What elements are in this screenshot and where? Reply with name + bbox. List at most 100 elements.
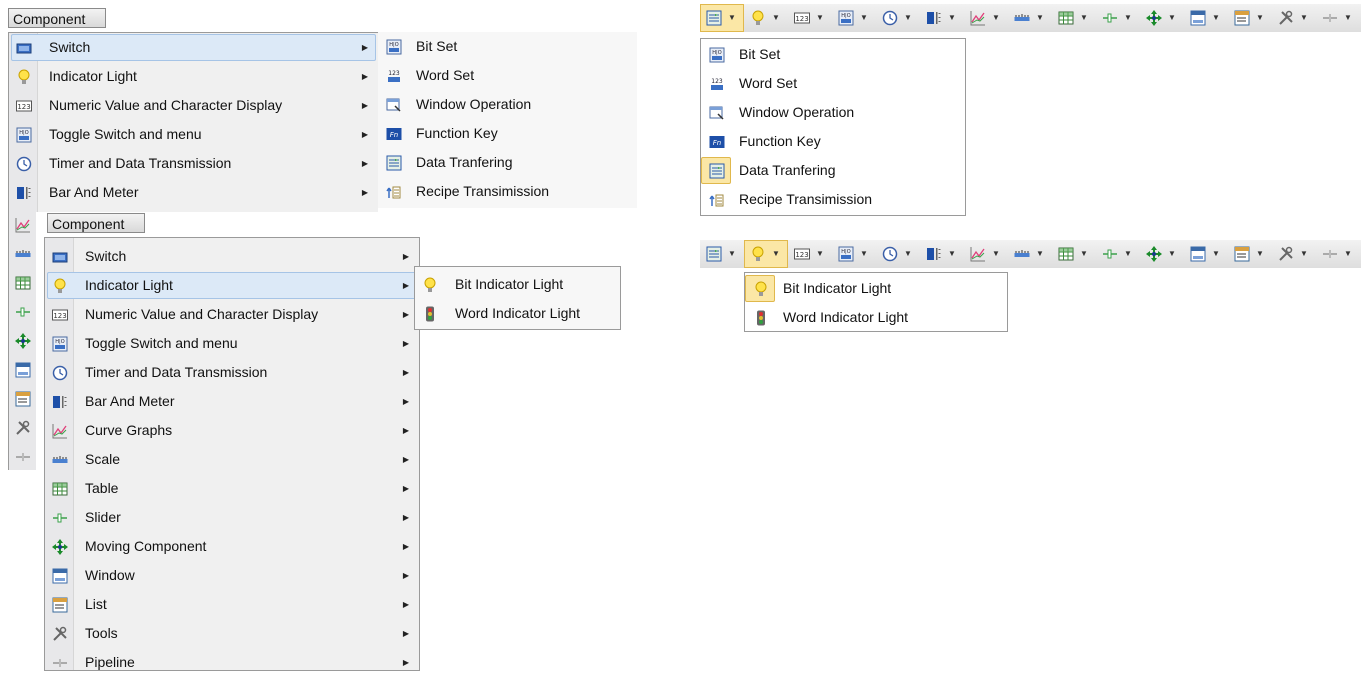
toolbar-button-clock[interactable]: ▼	[876, 4, 920, 32]
submenu-item-word-indicator-light[interactable]: Word Indicator Light	[415, 299, 620, 328]
dropdown-item-bit-indicator-light[interactable]: Bit Indicator Light	[745, 274, 1007, 303]
menu-item-indicator-light[interactable]: Indicator Light ▶	[9, 62, 378, 91]
toolbar-button-toggle[interactable]: H|O ▼	[832, 4, 876, 32]
toolbar-button-window[interactable]: ▼	[1184, 4, 1228, 32]
dropdown-arrow-icon[interactable]: ▼	[1036, 249, 1044, 258]
dropdown-item-word-set[interactable]: 123 Word Set	[701, 69, 965, 98]
toolbar-button-pipeline[interactable]: ▼	[1316, 240, 1360, 268]
menu-item-switch[interactable]: Switch ▶	[9, 33, 378, 62]
dropdown-arrow-icon[interactable]: ▼	[904, 13, 912, 22]
component-menu-title-2[interactable]: Component	[47, 213, 145, 233]
menu-item-indicator-light[interactable]: Indicator Light ▶	[45, 271, 419, 300]
toolbar-button-list[interactable]: ▼	[1228, 4, 1272, 32]
dropdown-arrow-icon[interactable]: ▼	[1212, 13, 1220, 22]
dropdown-arrow-icon[interactable]: ▼	[1256, 13, 1264, 22]
dropdown-item-function-key[interactable]: Fn Function Key	[701, 127, 965, 156]
dropdown-arrow-icon[interactable]: ▼	[816, 13, 824, 22]
submenu-item-function-key[interactable]: Fn Function Key	[378, 119, 637, 148]
toolbar-button-bulb[interactable]: ▼	[744, 4, 788, 32]
submenu-item-window-operation[interactable]: Window Operation	[378, 90, 637, 119]
menu-item-table[interactable]: Table ▶	[45, 474, 419, 503]
menu-item-numeric-value-and-character-display[interactable]: 123 Numeric Value and Character Display ▶	[45, 300, 419, 329]
menu-item-toggle-switch-and-menu[interactable]: H|O Toggle Switch and menu ▶	[9, 120, 378, 149]
toolbar-button-table[interactable]: ▼	[1052, 240, 1096, 268]
dropdown-arrow-icon[interactable]: ▼	[728, 249, 736, 258]
dropdown-arrow-icon[interactable]: ▼	[816, 249, 824, 258]
menu-item-window[interactable]: Window ▶	[45, 561, 419, 590]
toolbar-button-list[interactable]: ▼	[1228, 240, 1272, 268]
menu-item-moving-component[interactable]: Moving Component ▶	[45, 532, 419, 561]
menu-item-slider[interactable]: Slider ▶	[45, 503, 419, 532]
toolbar-button-data-transfer[interactable]: ▼	[700, 4, 744, 32]
dropdown-arrow-icon[interactable]: ▼	[948, 13, 956, 22]
menu-item-numeric-value-and-character-display[interactable]: 123 Numeric Value and Character Display ▶	[9, 91, 378, 120]
submenu-item-word-set[interactable]: 123 Word Set	[378, 61, 637, 90]
menu-item-list[interactable]: List ▶	[45, 590, 419, 619]
toolbar-button-bar-meter[interactable]: ▼	[920, 240, 964, 268]
dropdown-arrow-icon[interactable]: ▼	[1344, 13, 1352, 22]
toolbar-button-table[interactable]: ▼	[1052, 4, 1096, 32]
toolbar-button-moving[interactable]: ▼	[1140, 4, 1184, 32]
toolbar-button-slider[interactable]: ▼	[1096, 4, 1140, 32]
dropdown-arrow-icon[interactable]: ▼	[1256, 249, 1264, 258]
toolbar-button-moving[interactable]: ▼	[1140, 240, 1184, 268]
dropdown-arrow-icon[interactable]: ▼	[1300, 249, 1308, 258]
dropdown-arrow-icon[interactable]: ▼	[1080, 249, 1088, 258]
dropdown-arrow-icon[interactable]: ▼	[1036, 13, 1044, 22]
toolbar-button-slider[interactable]: ▼	[1096, 240, 1140, 268]
dropdown-arrow-icon[interactable]: ▼	[728, 13, 736, 22]
toolbar-button-data-transfer[interactable]: ▼	[700, 240, 744, 268]
dropdown-item-word-indicator-light[interactable]: Word Indicator Light	[745, 303, 1007, 332]
submenu-item-bit-set[interactable]: H|O Bit Set	[378, 32, 637, 61]
toolbar-button-scale[interactable]: ▼	[1008, 240, 1052, 268]
dropdown-arrow-icon[interactable]: ▼	[904, 249, 912, 258]
toolbar-button-curve[interactable]: ▼	[964, 240, 1008, 268]
dropdown-arrow-icon[interactable]: ▼	[948, 249, 956, 258]
menu-item-curve-graphs[interactable]: Curve Graphs ▶	[45, 416, 419, 445]
toolbar-button-numeric[interactable]: 123 ▼	[788, 4, 832, 32]
dropdown-arrow-icon[interactable]: ▼	[1124, 249, 1132, 258]
dropdown-arrow-icon[interactable]: ▼	[772, 13, 780, 22]
toolbar-button-toggle[interactable]: H|O ▼	[832, 240, 876, 268]
submenu-item-recipe-transimission[interactable]: Recipe Transimission	[378, 177, 637, 206]
dropdown-arrow-icon[interactable]: ▼	[1300, 13, 1308, 22]
menu-item-tools[interactable]: Tools ▶	[45, 619, 419, 648]
toolbar-button-tools[interactable]: ▼	[1272, 240, 1316, 268]
menu-item-bar-and-meter[interactable]: Bar And Meter ▶	[9, 178, 378, 207]
menu-item-timer-and-data-transmission[interactable]: Timer and Data Transmission ▶	[9, 149, 378, 178]
toolbar-button-bulb[interactable]: ▼	[744, 240, 788, 268]
menu-item-toggle-switch-and-menu[interactable]: H|O Toggle Switch and menu ▶	[45, 329, 419, 358]
dropdown-arrow-icon[interactable]: ▼	[860, 249, 868, 258]
dropdown-item-window-operation[interactable]: Window Operation	[701, 98, 965, 127]
toolbar-button-numeric[interactable]: 123 ▼	[788, 240, 832, 268]
toolbar-button-bar-meter[interactable]: ▼	[920, 4, 964, 32]
table-icon	[52, 482, 68, 496]
dropdown-arrow-icon[interactable]: ▼	[1212, 249, 1220, 258]
menu-item-pipeline[interactable]: Pipeline ▶	[45, 648, 419, 677]
dropdown-arrow-icon[interactable]: ▼	[860, 13, 868, 22]
dropdown-arrow-icon[interactable]: ▼	[992, 249, 1000, 258]
menu-item-switch[interactable]: Switch ▶	[45, 242, 419, 271]
toolbar-button-clock[interactable]: ▼	[876, 240, 920, 268]
dropdown-arrow-icon[interactable]: ▼	[1124, 13, 1132, 22]
dropdown-arrow-icon[interactable]: ▼	[992, 13, 1000, 22]
toolbar-button-window[interactable]: ▼	[1184, 240, 1228, 268]
submenu-item-bit-indicator-light[interactable]: Bit Indicator Light	[415, 270, 620, 299]
component-menu-title-1[interactable]: Component	[8, 8, 106, 28]
toolbar-button-curve[interactable]: ▼	[964, 4, 1008, 32]
dropdown-arrow-icon[interactable]: ▼	[1344, 249, 1352, 258]
dropdown-arrow-icon[interactable]: ▼	[1168, 249, 1176, 258]
dropdown-item-recipe-transimission[interactable]: Recipe Transimission	[701, 185, 965, 214]
dropdown-arrow-icon[interactable]: ▼	[1080, 13, 1088, 22]
dropdown-item-bit-set[interactable]: H|O Bit Set	[701, 40, 965, 69]
toolbar-button-scale[interactable]: ▼	[1008, 4, 1052, 32]
dropdown-arrow-icon[interactable]: ▼	[772, 249, 780, 258]
menu-item-bar-and-meter[interactable]: Bar And Meter ▶	[45, 387, 419, 416]
toolbar-button-pipeline[interactable]: ▼	[1316, 4, 1360, 32]
dropdown-item-data-tranfering[interactable]: Data Tranfering	[701, 156, 965, 185]
menu-item-scale[interactable]: Scale ▶	[45, 445, 419, 474]
dropdown-arrow-icon[interactable]: ▼	[1168, 13, 1176, 22]
submenu-item-data-tranfering[interactable]: Data Tranfering	[378, 148, 637, 177]
menu-item-timer-and-data-transmission[interactable]: Timer and Data Transmission ▶	[45, 358, 419, 387]
toolbar-button-tools[interactable]: ▼	[1272, 4, 1316, 32]
